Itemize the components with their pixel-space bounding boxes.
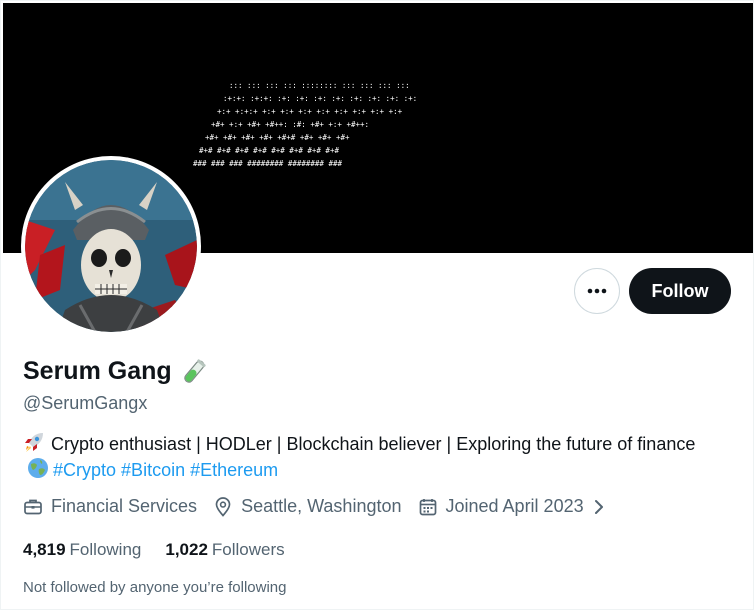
calendar-icon <box>419 498 436 515</box>
ascii-art-row: +:+ +:+:+ +:+ +:+ +:+ +:+ +:+ +:+ +:+ +:… <box>217 107 403 116</box>
avatar-image <box>25 160 197 332</box>
profile-bio: Crypto enthusiast | HODLer | Blockchain … <box>23 431 723 483</box>
test-tube-icon <box>183 358 206 383</box>
hashtag-bitcoin[interactable]: #Bitcoin <box>121 460 185 480</box>
location-label: Seattle, Washington <box>241 496 402 516</box>
more-options-button[interactable] <box>574 268 620 314</box>
user-handle: @SerumGangx <box>23 393 148 413</box>
ascii-art-row: :+:+: :+:+: :+: :+: :+: :+: :+: :+: :+: … <box>223 94 417 103</box>
ascii-art-row: ::: ::: ::: ::: :::::::: ::: ::: ::: ::: <box>229 81 410 90</box>
joined-item[interactable]: Joined April 2023 <box>418 496 584 517</box>
location-item: Seattle, Washington <box>213 496 402 517</box>
followers-link[interactable]: 1,022 Followers <box>165 540 284 560</box>
joined-label: Joined April 2023 <box>445 496 584 516</box>
followers-count: 1,022 <box>165 540 208 559</box>
briefcase-icon <box>24 499 42 514</box>
location-pin-icon <box>215 496 231 517</box>
bio-text: Crypto enthusiast | HODLer | Blockchain … <box>51 434 696 454</box>
more-horizontal-icon <box>587 288 607 294</box>
hashtag-ethereum[interactable]: #Ethereum <box>190 460 278 480</box>
following-label: Following <box>69 540 142 559</box>
following-link[interactable]: 4,819 Following <box>23 540 141 560</box>
ascii-art-row: +#+ +:+ +#+ +#++: :#: +#+ +:+ +#++: <box>211 120 369 129</box>
ascii-art-row: +#+ +#+ +#+ +#+ +#+# +#+ +#+ +#+ <box>205 133 350 142</box>
category-item: Financial Services <box>23 496 197 517</box>
name-row: Serum Gang <box>23 357 208 386</box>
profile-header: ::: ::: ::: ::: :::::::: ::: ::: ::: :::… <box>0 0 754 610</box>
display-name: Serum Gang <box>23 357 172 385</box>
follow-stats: 4,819 Following 1,022 Followers <box>23 540 309 560</box>
profile-meta: Financial Services Seattle, Washington J… <box>23 496 606 517</box>
ascii-art-row: #+# #+# #+# #+# #+# #+# #+# #+# <box>199 146 339 155</box>
following-count: 4,819 <box>23 540 66 559</box>
rocket-icon <box>25 433 43 452</box>
followers-label: Followers <box>211 540 285 559</box>
globe-icon <box>28 458 48 478</box>
hashtag-crypto[interactable]: #Crypto <box>53 460 116 480</box>
category-label: Financial Services <box>51 496 198 516</box>
avatar[interactable] <box>21 156 201 336</box>
chevron-right-icon[interactable] <box>592 497 606 517</box>
ascii-art-row: ### ### ### ######## ######## ### <box>193 159 342 168</box>
follow-button[interactable]: Follow <box>629 268 731 314</box>
not-followed-note: Not followed by anyone you’re following <box>23 579 287 596</box>
